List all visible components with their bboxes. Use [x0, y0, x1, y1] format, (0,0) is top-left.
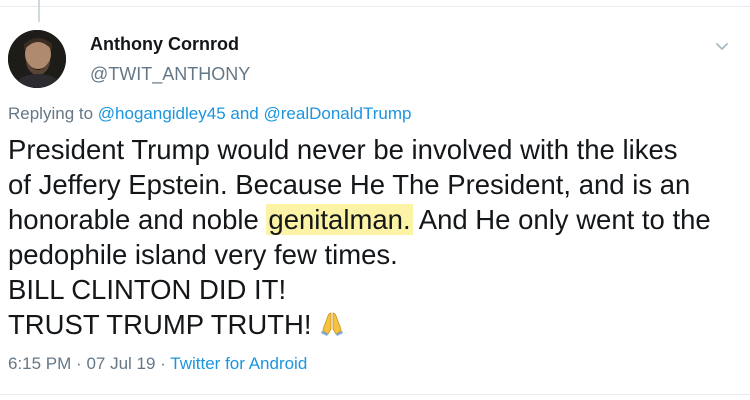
display-name[interactable]: Anthony Cornrod [90, 34, 239, 55]
chevron-down-icon[interactable] [714, 38, 730, 54]
meta-separator: · [76, 354, 82, 373]
mention-joiner: and [230, 104, 259, 123]
mention-link[interactable]: @realDonaldTrump [264, 104, 412, 123]
tweet-date[interactable]: 07 Jul 19 [86, 354, 155, 373]
tweet-text-segment: And He only went to the [418, 204, 711, 235]
avatar[interactable] [8, 30, 66, 88]
thread-connector [38, 0, 40, 22]
replying-to: Replying to @hogangidley45 and @realDona… [8, 104, 411, 124]
tweet-time[interactable]: 6:15 PM [8, 354, 71, 373]
tweet-line: honorable and noble genitalman. And He o… [8, 202, 743, 237]
meta-separator: · [160, 354, 166, 373]
tweet-card: Anthony Cornrod @TWIT_ANTHONY Replying t… [0, 0, 750, 400]
tweet-text: President Trump would never be involved … [8, 132, 743, 342]
divider-bottom [0, 394, 750, 395]
highlighted-word: genitalman. [266, 204, 413, 235]
mention-link[interactable]: @hogangidley45 [98, 104, 226, 123]
tweet-line: President Trump would never be involved … [8, 134, 678, 165]
reply-prefix: Replying to [8, 104, 94, 123]
tweet-line: TRUST TRUMP TRUTH! [8, 307, 743, 342]
tweet-meta: 6:15 PM · 07 Jul 19 · Twitter for Androi… [8, 354, 307, 374]
tweet-line: BILL CLINTON DID IT! [8, 274, 287, 305]
tweet-source-link[interactable]: Twitter for Android [170, 354, 307, 373]
tweet-line: pedophile island very few times. [8, 239, 398, 270]
user-handle[interactable]: @TWIT_ANTHONY [90, 64, 250, 85]
divider-top [0, 6, 750, 7]
tweet-text-segment: TRUST TRUMP TRUTH! [8, 309, 312, 340]
tweet-text-segment: honorable and noble [8, 204, 259, 235]
avatar-image [8, 30, 66, 88]
folded-hands-icon [319, 309, 345, 336]
tweet-line: of Jeffery Epstein. Because He The Presi… [8, 169, 691, 200]
